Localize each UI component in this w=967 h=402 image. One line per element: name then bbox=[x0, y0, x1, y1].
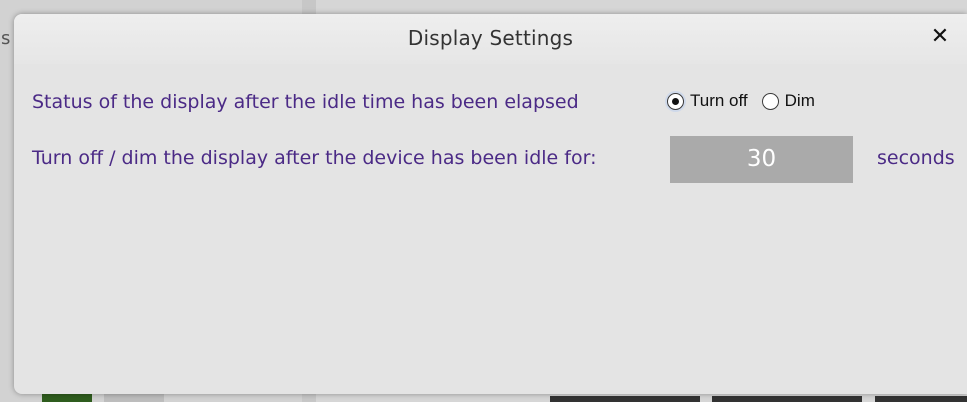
background-strip bbox=[712, 396, 862, 402]
background-strip bbox=[550, 396, 700, 402]
radio-dim[interactable]: Dim bbox=[761, 91, 815, 111]
status-label: Status of the display after the idle tim… bbox=[32, 91, 579, 113]
display-status-radio-group: Turn off Dim bbox=[667, 91, 815, 111]
idle-seconds-input[interactable]: 30 bbox=[670, 136, 853, 183]
radio-turn-off[interactable]: Turn off bbox=[667, 91, 748, 111]
dialog-titlebar: Display Settings ✕ bbox=[14, 14, 967, 64]
radio-dim-label: Dim bbox=[784, 91, 815, 110]
dialog-title: Display Settings bbox=[407, 26, 574, 50]
radio-button-icon[interactable] bbox=[667, 92, 684, 110]
radio-button-icon[interactable] bbox=[761, 92, 779, 110]
idle-time-label: Turn off / dim the display after the dev… bbox=[32, 147, 597, 169]
radio-turn-off-label: Turn off bbox=[690, 91, 748, 110]
background-text-fragment: s bbox=[1, 28, 11, 49]
close-icon[interactable]: ✕ bbox=[927, 24, 953, 50]
background-strip bbox=[875, 396, 967, 402]
display-settings-dialog: Display Settings ✕ Status of the display… bbox=[14, 14, 967, 394]
seconds-unit-label: seconds bbox=[877, 147, 955, 169]
